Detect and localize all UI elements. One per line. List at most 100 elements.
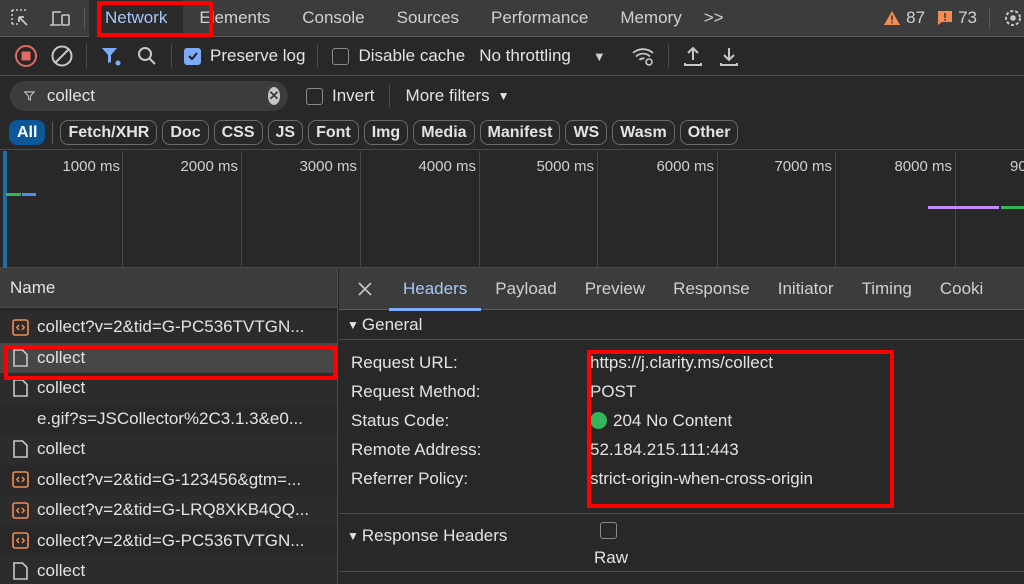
remote-address-row: Remote Address: 52.184.215.111:443 [339, 435, 1024, 464]
request-row[interactable]: collect?v=2&tid=G-PC536TVTGN... [0, 312, 337, 343]
tab-console[interactable]: Console [286, 0, 380, 37]
chevron-down-icon: ▼ [592, 48, 606, 64]
checkbox-checked-icon [184, 47, 201, 65]
raw-checkbox[interactable] [600, 522, 617, 539]
clear-log-icon[interactable] [44, 38, 80, 74]
request-row[interactable]: collect [0, 556, 337, 584]
tab-sources[interactable]: Sources [381, 0, 475, 37]
referrer-policy-row: Referrer Policy: strict-origin-when-cros… [339, 464, 1024, 493]
filter-icon[interactable] [93, 38, 129, 74]
stop-recording-button[interactable] [8, 38, 44, 74]
network-conditions-icon[interactable] [626, 38, 662, 74]
request-method-row: Request Method: POST [339, 377, 1024, 406]
tab-preview[interactable]: Preview [571, 268, 659, 310]
request-row[interactable]: collect [0, 342, 337, 373]
tab-response[interactable]: Response [659, 268, 764, 310]
warnings-count: 87 [906, 8, 926, 27]
invert-checkbox[interactable]: Invert [306, 86, 375, 106]
import-har-icon[interactable] [675, 38, 711, 74]
gridline [597, 151, 598, 268]
type-filter-wasm[interactable]: Wasm [612, 120, 675, 145]
field-key: Request Method: [351, 381, 481, 401]
type-filter-fetch-xhr[interactable]: Fetch/XHR [60, 120, 158, 145]
filter-input[interactable] [46, 86, 268, 106]
tab-headers[interactable]: Headers [389, 268, 482, 311]
tab-network[interactable]: Network [89, 0, 184, 37]
warnings-badge[interactable]: 87 [883, 8, 925, 28]
expand-triangle-icon: ▼ [347, 529, 359, 543]
timeline-drag-handle[interactable] [3, 151, 7, 268]
script-file-icon [11, 501, 29, 519]
export-har-icon[interactable] [711, 38, 747, 74]
field-key: Status Code: [351, 410, 450, 430]
tick-label: 7000 ms [774, 158, 832, 175]
request-method-value: POST [590, 381, 637, 401]
tick-label: 8000 ms [894, 158, 952, 175]
waterfall-bar [6, 193, 21, 196]
request-row[interactable]: collect [0, 373, 337, 404]
gridline [955, 151, 956, 268]
request-row[interactable]: collect [0, 434, 337, 465]
type-filter-font[interactable]: Font [308, 120, 359, 145]
response-headers-header[interactable]: ▼ Response Headers [347, 526, 507, 546]
divider [84, 7, 85, 29]
gridline [122, 151, 123, 268]
issues-badge[interactable]: 73 [937, 8, 977, 28]
close-details-icon[interactable] [339, 268, 389, 310]
request-row[interactable]: e.gif?s=JSCollector%2C3.1.3&e0... [0, 404, 337, 435]
type-filter-other[interactable]: Other [679, 120, 739, 145]
checkbox-unchecked-icon [332, 47, 350, 65]
gridline [835, 151, 836, 268]
name-column-header[interactable]: Name [0, 268, 337, 308]
request-name: collect [37, 378, 86, 398]
more-filters-dropdown[interactable]: More filters ▼ [406, 86, 510, 106]
gridline [717, 151, 718, 268]
request-name: collect [37, 561, 86, 581]
more-tabs-button[interactable]: >> [698, 0, 730, 37]
type-filter-img[interactable]: Img [363, 120, 409, 145]
type-filter-js[interactable]: JS [267, 120, 304, 145]
request-details: Headers Payload Preview Response Initiat… [339, 268, 1024, 584]
script-file-icon [11, 318, 29, 336]
search-icon[interactable] [129, 38, 165, 74]
tick-label: 4000 ms [418, 158, 476, 175]
request-row[interactable]: collect?v=2&tid=G-LRQ8XKB4QQ... [0, 495, 337, 526]
status-code-value: 204 No Content [590, 411, 732, 431]
request-list: Name collect?v=2&tid=G-PC536TVTGN... coll… [0, 268, 338, 584]
tab-initiator[interactable]: Initiator [764, 268, 848, 310]
preserve-log-label: Preserve log [210, 46, 306, 65]
tab-memory[interactable]: Memory [604, 0, 697, 37]
type-filter-all[interactable]: All [9, 120, 46, 145]
request-name: collect?v=2&tid=G-LRQ8XKB4QQ... [37, 500, 310, 520]
clear-filter-icon[interactable]: ✕ [267, 87, 280, 105]
tab-timing[interactable]: Timing [847, 268, 925, 310]
request-name: e.gif?s=JSCollector%2C3.1.3&e0... [37, 408, 304, 428]
request-url-row: Request URL: https://j.clarity.ms/collec… [339, 348, 1024, 377]
tab-cookies[interactable]: Cooki [926, 268, 997, 310]
general-section-header[interactable]: ▼ General [339, 310, 1024, 340]
type-filter-doc[interactable]: Doc [162, 120, 209, 145]
disable-cache-checkbox[interactable]: Disable cache [332, 46, 465, 66]
type-filter-manifest[interactable]: Manifest [479, 120, 561, 145]
settings-gear-icon[interactable] [994, 0, 1024, 37]
inspect-element-icon[interactable] [0, 0, 40, 37]
throttling-select[interactable]: No throttling ▼ [479, 46, 606, 66]
request-row[interactable]: collect?v=2&tid=G-PC536TVTGN... [0, 526, 337, 557]
field-key: Referrer Policy: [351, 468, 469, 488]
document-file-icon [11, 562, 29, 581]
tab-performance[interactable]: Performance [475, 0, 604, 37]
tick-label: 3000 ms [299, 158, 357, 175]
tab-elements[interactable]: Elements [183, 0, 286, 37]
type-filter-css[interactable]: CSS [213, 120, 263, 145]
timeline-overview[interactable]: 1000 ms 2000 ms 3000 ms 4000 ms 5000 ms … [0, 151, 1024, 268]
tab-payload[interactable]: Payload [481, 268, 570, 310]
general-fields: Request URL: https://j.clarity.ms/collec… [339, 340, 1024, 514]
type-filter-media[interactable]: Media [413, 120, 475, 145]
chevron-down-icon: ▼ [497, 89, 510, 103]
preserve-log-checkbox[interactable]: Preserve log [184, 46, 305, 66]
issues-count: 73 [958, 8, 977, 27]
request-row[interactable]: collect?v=2&tid=G-123456&gtm=... [0, 465, 337, 496]
device-toolbar-icon[interactable] [40, 0, 80, 37]
type-filter-ws[interactable]: WS [565, 120, 608, 145]
script-file-icon [11, 532, 29, 550]
